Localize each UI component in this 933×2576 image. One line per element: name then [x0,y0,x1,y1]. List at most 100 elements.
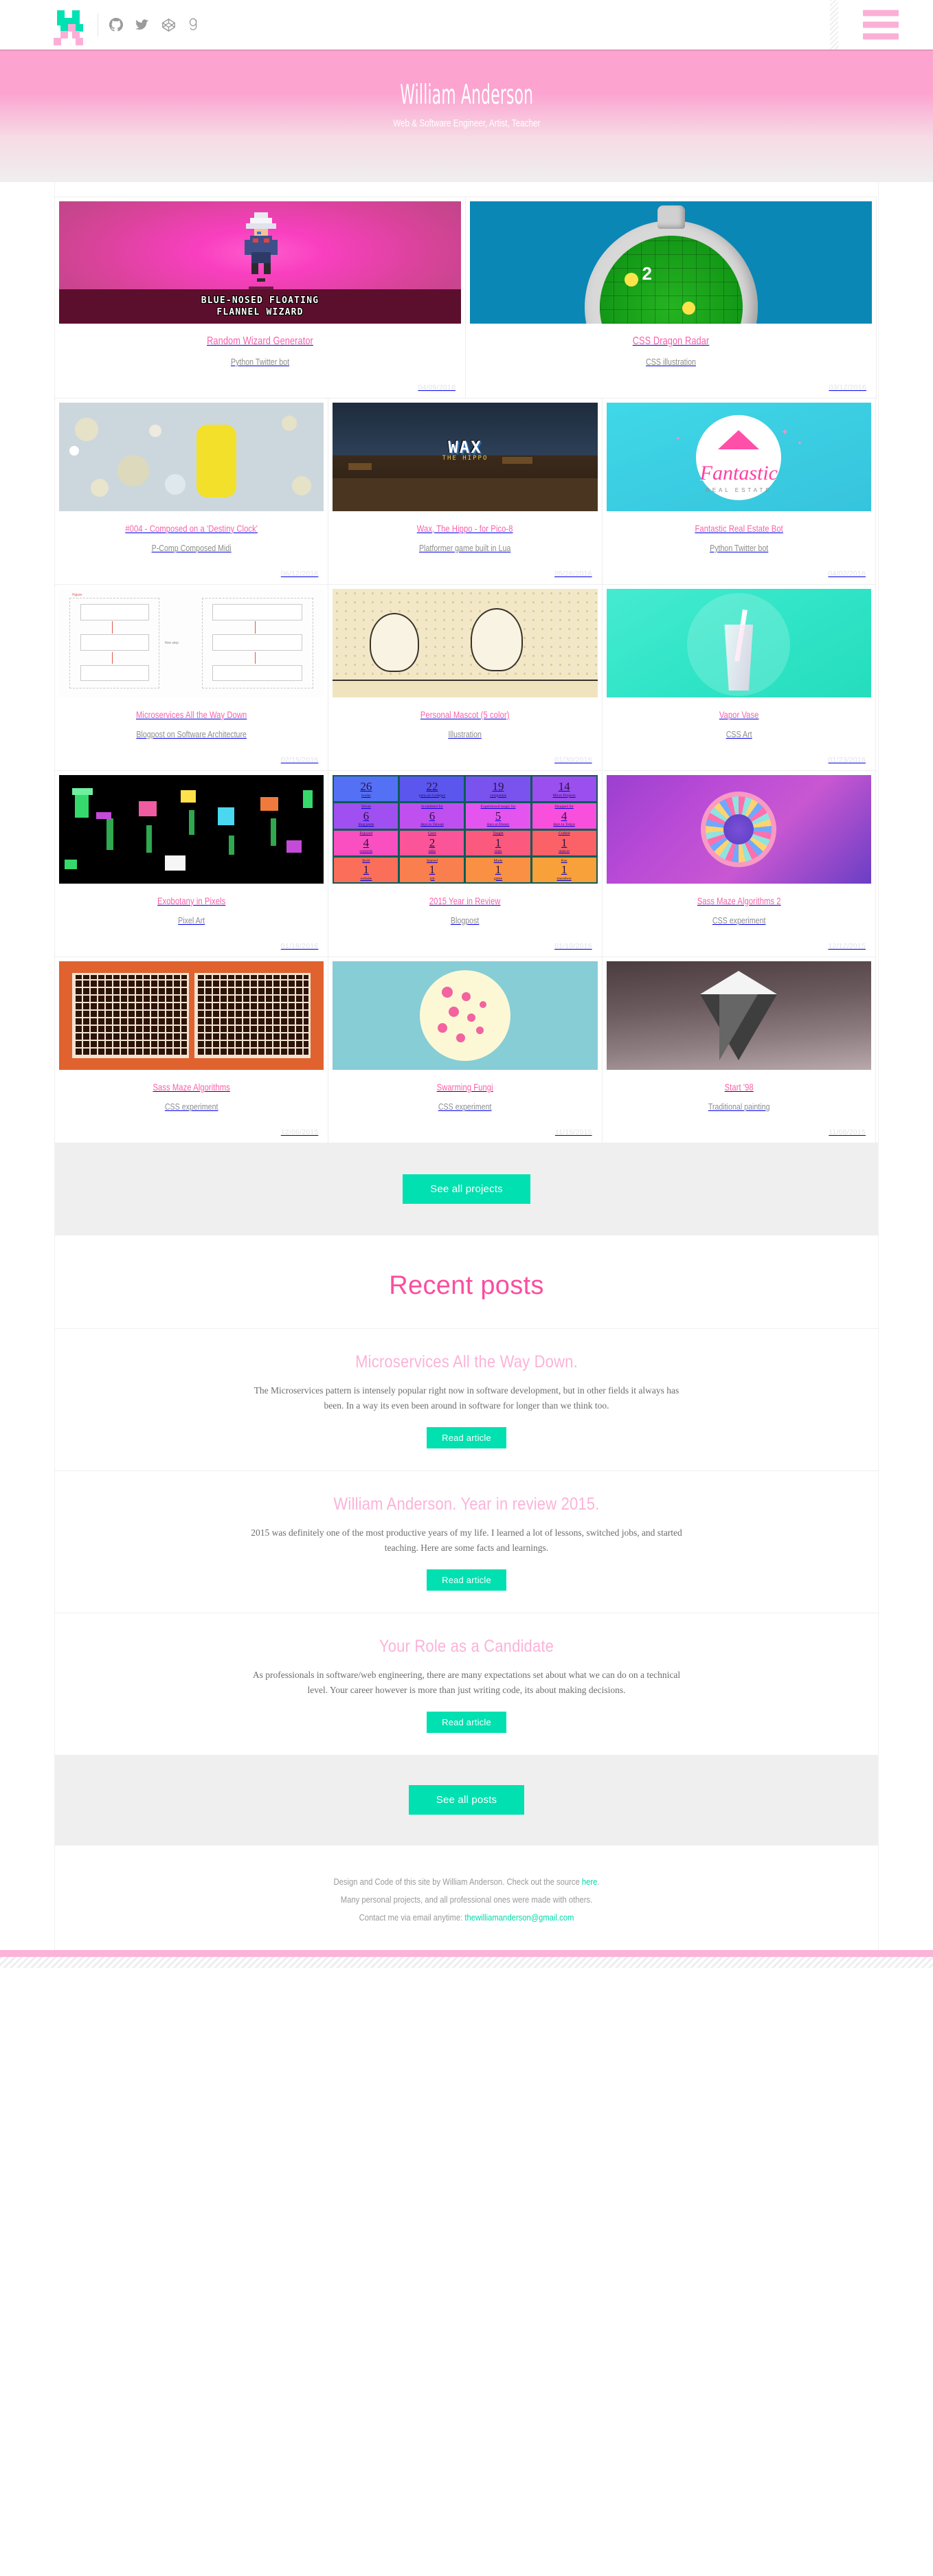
project-card[interactable]: Start '98 Traditional painting 11/08/201… [601,956,876,1143]
project-card[interactable]: Swarming Fungi CSS experiment 11/15/2015 [328,956,603,1143]
project-subtitle: CSS experiment [438,1101,492,1112]
twitter-icon[interactable] [135,18,150,32]
year-stat-bottom: days at Disney [486,822,510,827]
project-card[interactable]: #004 - Composed on a 'Destiny Clock' P-C… [54,398,329,585]
project-card[interactable]: 2 CSS Dragon Radar CSS illustration 03/1… [465,197,877,399]
wax-hippo-artwork: WAX THE HIPPO [333,403,598,511]
project-date: 01/10/2016 [554,942,592,950]
year-stat-bottom: game [493,876,503,881]
year-stat-cell: Scrambled for 6 days in Taiwan [400,803,464,829]
project-card[interactable]: Personal Mascot (5 color) Illustration 0… [328,584,603,771]
project-subtitle: Traditional painting [708,1101,770,1112]
year-stat-bottom: Micro Projects [552,793,576,798]
fantastic-real-estate-artwork: ✦ ✦ ✦ Fantastic REAL ESTATE [606,403,871,511]
project-card[interactable]: Sass Maze Algorithms CSS experiment 12/0… [54,956,329,1143]
year-stat-number: 1 [429,863,436,877]
project-card[interactable]: Figure flow step Microservices All the W… [54,584,329,771]
post-item: Your Role as a Candidate As professional… [55,1613,878,1755]
project-thumbnail: BLUE-NOSED FLOATING FLANNEL WIZARD [59,201,461,324]
project-subtitle: CSS illustration [646,357,696,367]
footer-zigzag [0,1957,933,1968]
project-date: 06/12/2016 [280,570,319,578]
pixel-logo[interactable] [49,10,83,45]
footer-line-1: Design and Code of this site by William … [96,1873,837,1891]
project-card[interactable]: Vapor Vase CSS Art 01/23/2016 [601,584,876,771]
email-link[interactable]: thewilliamanderson@gmail.com [464,1913,574,1923]
menu-button[interactable] [863,10,899,40]
project-card[interactable]: ✦ ✦ ✦ Fantastic REAL ESTATE Fantastic Re… [601,398,876,585]
destiny-clock-artwork [59,403,324,511]
wizard-banner-line-2: FLANNEL WIZARD [216,307,304,317]
wizard-artwork: BLUE-NOSED FLOATING FLANNEL WIZARD [59,201,461,324]
post-title[interactable]: William Anderson. Year in review 2015. [104,1494,829,1514]
wax-title: WAX [448,437,482,457]
menu-bar-3 [863,33,899,40]
project-subtitle: Illustration [448,729,482,739]
year-stat-cell: Crafted 1 mascot [532,830,596,855]
project-title: #004 - Composed on a 'Destiny Clock' [125,523,258,534]
project-subtitle: CSS experiment [164,1101,218,1112]
year-stat-cell: Experienced magic for 5 days at Disney [466,803,530,829]
swarming-fungi-artwork [333,961,598,1070]
sass-maze-artwork [59,961,324,1070]
codepen-icon[interactable] [161,18,176,32]
project-thumbnail [333,961,598,1070]
year-stat-bottom: blog posts [358,822,374,827]
project-card[interactable]: 26 books 22 pens on Codepen 19 companies 14 Mic… [328,770,603,957]
read-article-button[interactable]: Read article [427,1427,506,1448]
year-in-review-artwork: 26 books 22 pens on Codepen 19 companies 14 Mic… [333,775,598,884]
year-stat-number: 4 [561,809,567,822]
see-all-projects-button[interactable]: See all projects [403,1174,530,1204]
goodreads-icon[interactable] [188,17,199,32]
year-stat-number: 5 [495,809,502,822]
year-stat-cell: Made 1 game [466,857,530,882]
project-date: 03/12/2016 [829,383,866,392]
project-thumbnail [59,775,324,884]
post-excerpt: The Microservices pattern is intensely p… [254,1385,679,1411]
project-thumbnail: ✦ ✦ ✦ Fantastic REAL ESTATE [606,403,871,511]
post-title[interactable]: Your Role as a Candidate [104,1637,829,1657]
project-subtitle: Platformer game built in Lua [419,543,511,553]
project-thumbnail: Figure flow step [59,589,324,697]
year-stat-bottom: concerts [359,849,373,854]
see-all-posts-button[interactable]: See all posts [408,1785,525,1815]
year-stat-number: 14 [558,780,570,794]
recent-posts-header: Recent posts [55,1235,878,1328]
year-stat-number: 1 [561,863,567,877]
radar-artwork: 2 [470,201,872,324]
microservices-diagram-artwork: Figure flow step [59,589,324,697]
year-stat-cell: Built 1 website [334,857,398,882]
source-link[interactable]: here [582,1877,598,1887]
year-stat-cell: 14 Micro Projects [532,776,596,802]
radar-dot [682,302,695,315]
project-card-body: CSS Dragon Radar CSS illustration [470,324,872,371]
post-excerpt: As professionals in software/web enginee… [252,1670,681,1695]
project-date: 05/26/2016 [554,570,592,578]
project-card[interactable]: Sass Maze Algorithms 2 CSS experiment 12… [601,770,876,957]
footer-line-1-post: . [597,1877,600,1887]
project-card[interactable]: Exobotany in Pixels Pixel Art 01/18/2016 [54,770,329,957]
see-all-posts-band: See all posts [55,1755,878,1845]
wizard-banner-line-1: BLUE-NOSED FLOATING [201,295,319,306]
post-action: Read article [55,1427,878,1448]
read-article-button[interactable]: Read article [427,1569,506,1591]
year-stat-number: 6 [363,809,370,822]
project-card[interactable]: BLUE-NOSED FLOATING FLANNEL WIZARD Rando… [54,197,466,399]
project-card-body: Sass Maze Algorithms CSS experiment [59,1070,324,1116]
year-stat-bottom: companies [490,793,506,798]
project-title: Vapor Vase [719,709,759,720]
project-date: 04/09/2016 [418,383,456,392]
year-stat-number: 22 [426,780,438,794]
project-card[interactable]: WAX THE HIPPO Wax, The Hippo - for Pico-… [328,398,603,585]
read-article-button[interactable]: Read article [427,1712,506,1733]
year-stat-bottom: job [429,876,435,881]
post-title[interactable]: Microservices All the Way Down. [104,1352,829,1372]
project-card-body: Random Wizard Generator Python Twitter b… [59,324,461,371]
year-stat-cell: 19 companies [466,776,530,802]
project-subtitle: Blogpost on Software Architecture [136,729,247,739]
footer-line-2: Many personal projects, and all professi… [340,1895,593,1905]
project-subtitle: CSS Art [726,729,752,739]
github-icon[interactable] [109,17,123,32]
project-thumbnail [59,403,324,511]
fre-tagline: REAL ESTATE [705,487,772,493]
